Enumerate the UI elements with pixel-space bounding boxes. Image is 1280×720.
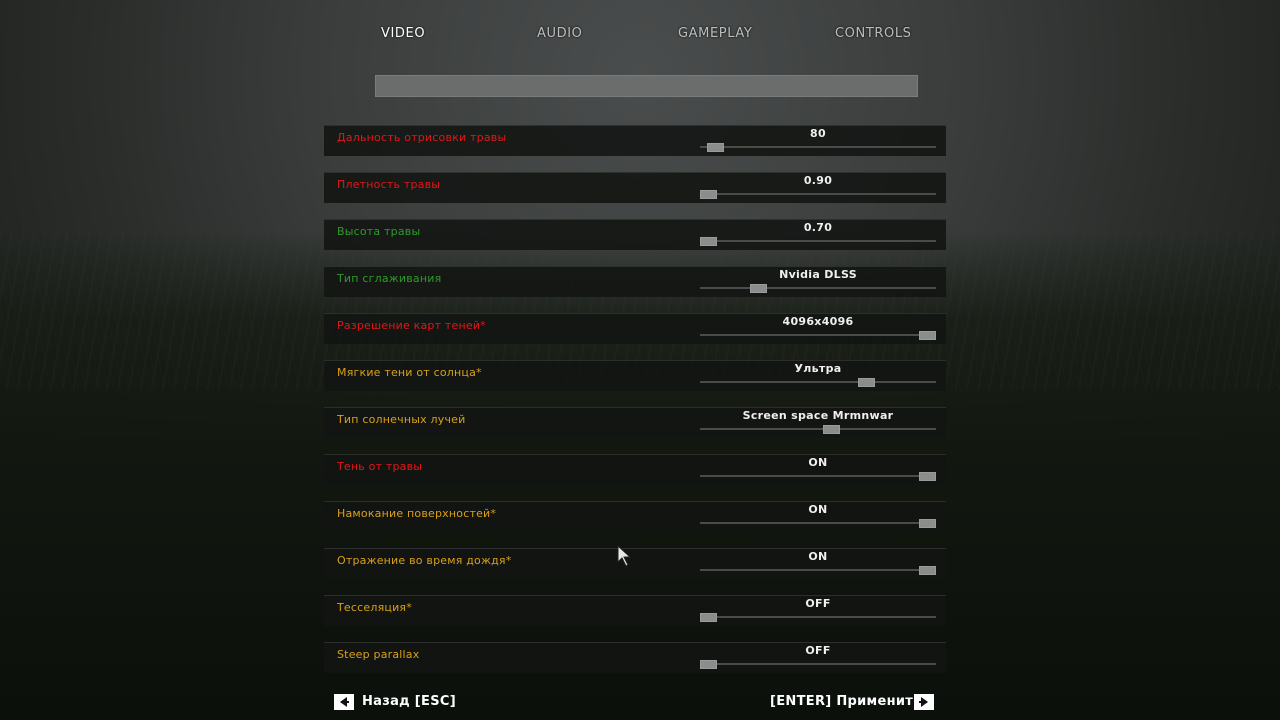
setting-label: Отражение во время дождя* [337, 554, 512, 567]
setting-value: 80 [810, 127, 826, 140]
setting-slider[interactable] [700, 284, 936, 296]
setting-value: ON [808, 550, 828, 563]
setting-row: Мягкие тени от солнца* Ультра [324, 360, 946, 391]
setting-row: Отражение во время дождя* ON [324, 548, 946, 579]
setting-slider[interactable] [700, 331, 936, 343]
slider-track [700, 663, 936, 665]
back-button[interactable]: Назад [ESC] [334, 694, 456, 712]
setting-row: Дальность отрисовки травы 80 [324, 125, 946, 156]
tab-gameplay[interactable]: GAMEPLAY [678, 26, 752, 41]
setting-value: 0.70 [803, 221, 833, 234]
slider-handle[interactable] [700, 660, 717, 669]
slider-handle[interactable] [700, 237, 717, 246]
setting-value: OFF [805, 644, 831, 657]
setting-value: OFF [805, 597, 831, 610]
right-arrow-icon [914, 694, 934, 710]
setting-label: Разрешение карт теней* [337, 319, 486, 332]
setting-label: Steep parallax [337, 648, 420, 661]
slider-handle[interactable] [707, 143, 724, 152]
setting-slider[interactable] [700, 425, 936, 437]
slider-handle[interactable] [919, 331, 936, 340]
slider-handle[interactable] [700, 190, 717, 199]
slider-track [700, 287, 936, 289]
setting-label: Мягкие тени от солнца* [337, 366, 482, 379]
setting-value: ON [808, 503, 828, 516]
setting-row: Тип сглаживания Nvidia DLSS [324, 266, 946, 297]
setting-slider[interactable] [700, 472, 936, 484]
slider-track [700, 334, 936, 336]
setting-row: Тесселяция* OFF [324, 595, 946, 626]
setting-slider[interactable] [700, 660, 936, 672]
setting-label: Тень от травы [337, 460, 423, 473]
slider-track [700, 616, 936, 618]
setting-value: ON [808, 456, 828, 469]
setting-label: Дальность отрисовки травы [337, 131, 507, 144]
back-label: Назад [ESC] [362, 694, 456, 709]
slider-track [700, 240, 936, 242]
tab-audio[interactable]: AUDIO [537, 26, 583, 41]
setting-label: Высота травы [337, 225, 421, 238]
setting-row: Тип солнечных лучей Screen space Mrmnwar [324, 407, 946, 438]
setting-value: Nvidia DLSS [779, 268, 857, 281]
setting-label: Плетность травы [337, 178, 441, 191]
settings-tabs: VIDEO AUDIO GAMEPLAY CONTROLS [0, 26, 1280, 46]
setting-value: Screen space Mrmnwar [742, 409, 894, 422]
setting-value: 0.90 [803, 174, 833, 187]
slider-track [700, 428, 936, 430]
setting-label: Тип солнечных лучей [337, 413, 466, 426]
apply-button[interactable]: [ENTER] Применить [770, 694, 936, 712]
setting-row: Плетность травы 0.90 [324, 172, 946, 203]
slider-handle[interactable] [750, 284, 767, 293]
setting-slider[interactable] [700, 519, 936, 531]
search-input[interactable] [375, 75, 918, 97]
slider-track [700, 146, 936, 148]
setting-label: Намокание поверхностей* [337, 507, 497, 520]
mouse-cursor-icon [617, 544, 635, 571]
slider-handle[interactable] [700, 613, 717, 622]
setting-label: Тесселяция* [337, 601, 412, 614]
slider-handle[interactable] [919, 519, 936, 528]
slider-handle[interactable] [858, 378, 875, 387]
setting-value: Ультра [794, 362, 842, 375]
apply-label: [ENTER] Применить [770, 694, 922, 709]
slider-track [700, 381, 936, 383]
setting-row: Steep parallax OFF [324, 642, 946, 673]
slider-handle[interactable] [823, 425, 840, 434]
tab-video[interactable]: VIDEO [381, 26, 425, 41]
setting-value: 4096x4096 [782, 315, 854, 328]
setting-slider[interactable] [700, 143, 936, 155]
slider-track [700, 193, 936, 195]
setting-label: Тип сглаживания [337, 272, 442, 285]
setting-row: Намокание поверхностей* ON [324, 501, 946, 532]
setting-row: Тень от травы ON [324, 454, 946, 485]
setting-slider[interactable] [700, 378, 936, 390]
setting-slider[interactable] [700, 237, 936, 249]
setting-row: Разрешение карт теней* 4096x4096 [324, 313, 946, 344]
slider-handle[interactable] [919, 472, 936, 481]
slider-track [700, 522, 936, 524]
slider-track [700, 475, 936, 477]
setting-slider[interactable] [700, 613, 936, 625]
tab-controls[interactable]: CONTROLS [835, 26, 912, 41]
setting-slider[interactable] [700, 190, 936, 202]
setting-slider[interactable] [700, 566, 936, 578]
slider-track [700, 569, 936, 571]
left-arrow-icon [334, 694, 354, 710]
slider-handle[interactable] [919, 566, 936, 575]
setting-row: Высота травы 0.70 [324, 219, 946, 250]
